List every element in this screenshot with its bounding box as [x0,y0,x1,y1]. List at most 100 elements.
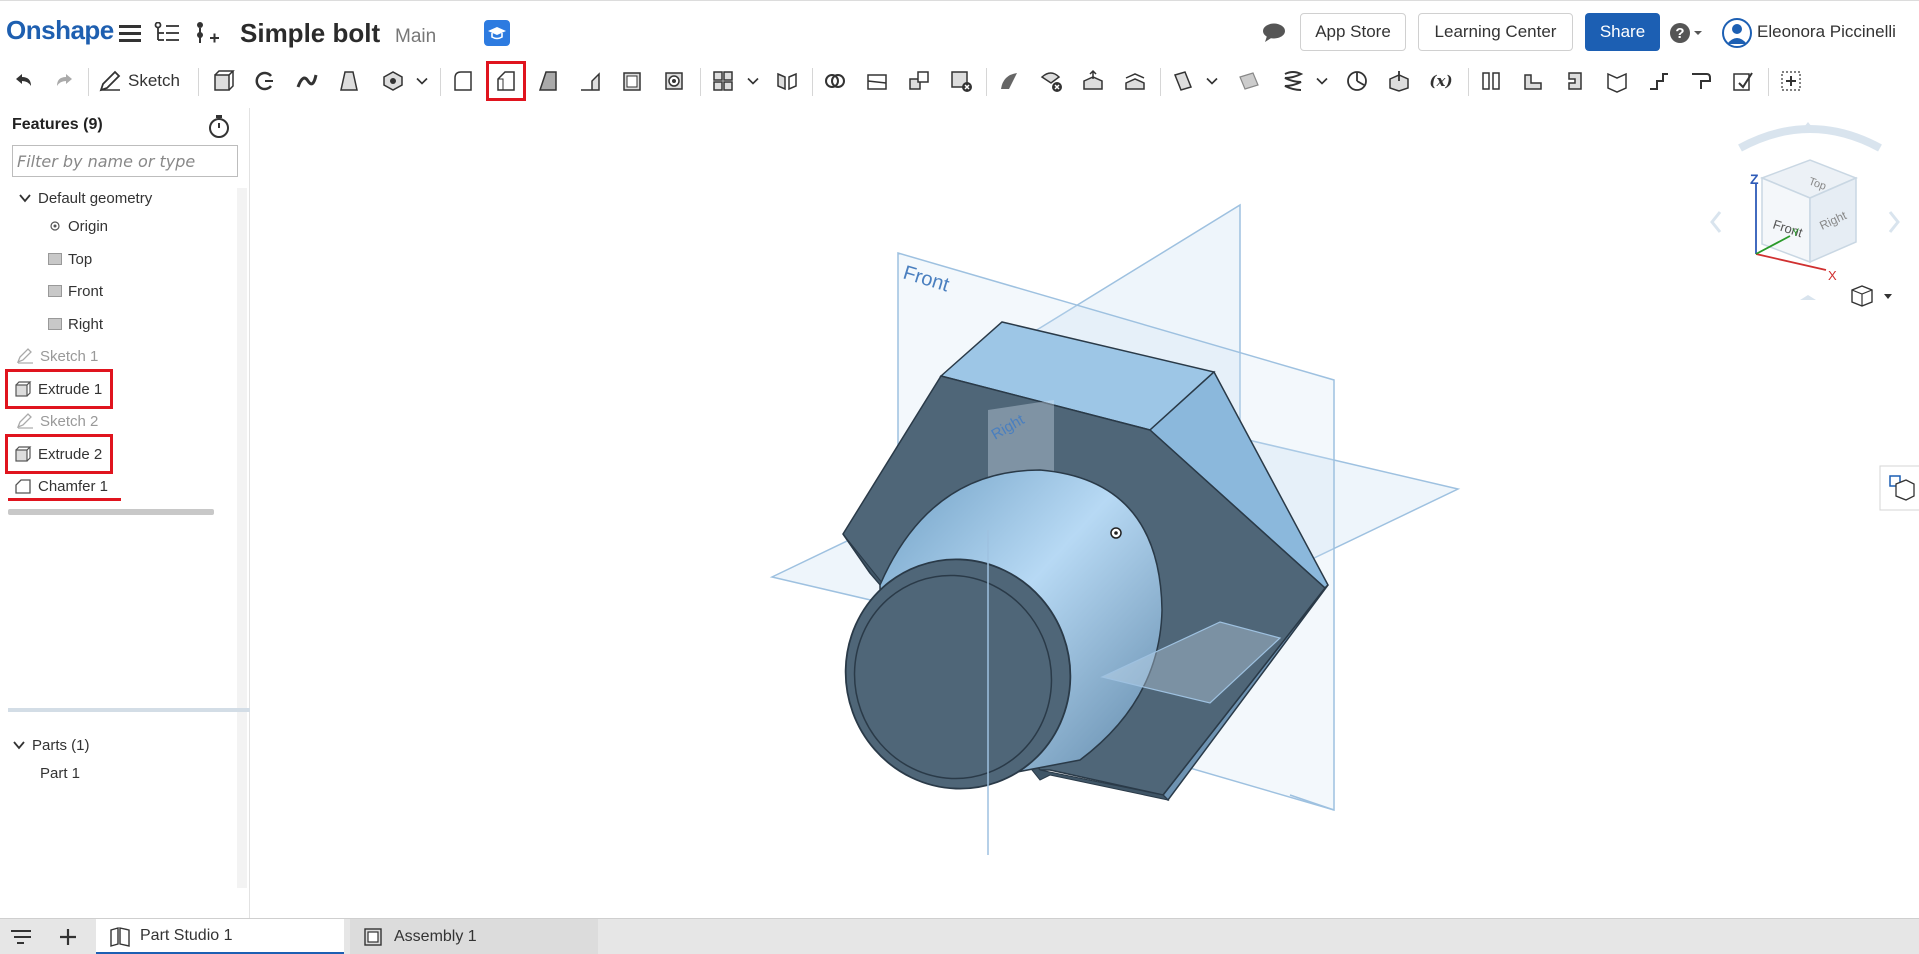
extrude-icon [15,381,32,397]
toolbar-separator [700,68,701,96]
default-geometry-group[interactable]: Default geometry [18,185,152,211]
loft-icon[interactable] [334,66,364,96]
pattern-icon[interactable] [708,66,738,96]
parts-group[interactable]: Parts (1) [12,732,90,758]
user-name[interactable]: Eleonora Piccinelli [1757,22,1896,42]
feature-list-icon[interactable] [153,19,181,47]
sweep-icon[interactable] [292,66,322,96]
revolve-icon[interactable] [250,66,280,96]
toolbar-separator [198,68,199,96]
bend-relief-icon[interactable] [1644,66,1674,96]
fillet-icon[interactable] [448,66,478,96]
curve-dropdown-icon[interactable] [1312,66,1332,96]
document-title[interactable]: Simple bolt [240,18,380,49]
mate-connector-icon[interactable] [1234,66,1264,96]
feature-extrude-2[interactable]: Extrude 2 [4,434,114,474]
top-header: Onshape Simple bolt Main App Store Learn… [0,0,1919,63]
plane-icon[interactable] [1168,66,1198,96]
feature-top-plane[interactable]: Top [48,246,92,272]
rollback-timer-icon[interactable] [207,114,231,143]
boolean-icon[interactable] [820,66,850,96]
view-cube[interactable]: Top Front Right Z Y X [1710,122,1900,300]
thicken-icon[interactable] [378,66,408,96]
helix-icon[interactable] [1278,66,1308,96]
graphics-viewport[interactable]: Front Right Top Front Right Z Y X [252,108,1919,920]
branch-name[interactable]: Main [395,26,436,48]
feature-extrude-1[interactable]: Extrude 1 [4,369,114,409]
add-tab-icon[interactable] [58,927,78,950]
user-avatar-icon[interactable] [1721,18,1753,48]
hem-icon[interactable] [1560,66,1590,96]
form-icon[interactable] [1686,66,1716,96]
toolbar-separator [1768,68,1769,96]
model-view[interactable]: Front Right Top Front Right Z Y X [252,108,1919,920]
transform-icon[interactable] [904,66,934,96]
modify-fillet-icon[interactable] [994,66,1024,96]
assembly-tab-label: Assembly 1 [394,928,477,945]
toolbar-separator [88,68,89,96]
axis-x-label: X [1828,268,1837,283]
extrude-icon[interactable] [208,66,238,96]
undo-icon[interactable] [8,66,38,96]
mirror-icon[interactable] [772,66,802,96]
sheet-metal-icon[interactable] [1476,66,1506,96]
feature-origin[interactable]: Origin [48,213,108,239]
appearance-panel-icon[interactable] [1879,465,1919,511]
split-icon[interactable] [862,66,892,96]
replace-face-icon[interactable] [1120,66,1150,96]
measure-icon[interactable] [1342,66,1372,96]
tab-icon[interactable] [1602,66,1632,96]
shell-icon[interactable] [617,66,647,96]
tab-assembly-1[interactable]: Assembly 1 [350,919,598,954]
rib-icon[interactable] [575,66,605,96]
comments-icon[interactable] [1260,19,1288,47]
origin-label: Origin [68,217,109,235]
share-button[interactable]: Share [1585,13,1660,51]
feature-filter-input[interactable]: Filter by name or type [12,145,238,177]
help-menu[interactable]: ? [1668,19,1704,47]
feature-front-plane[interactable]: Front [48,278,103,304]
feature-chamfer-1[interactable]: Chamfer 1 [14,473,108,499]
assembly-icon [364,928,382,946]
learning-cap-icon[interactable] [484,20,510,46]
part-1-item[interactable]: Part 1 [40,760,80,786]
app-store-button[interactable]: App Store [1300,13,1406,51]
view-options-icon[interactable] [1851,285,1892,307]
tab-manager-icon[interactable] [10,927,32,950]
delete-face-icon[interactable] [1036,66,1066,96]
hamburger-menu-icon[interactable] [116,19,144,47]
feature-list-scrollbar[interactable] [8,509,214,515]
feature-sketch-2[interactable]: Sketch 2 [16,408,98,434]
hole-icon[interactable] [659,66,689,96]
onshape-logo[interactable]: Onshape [6,15,114,46]
learning-center-button[interactable]: Learning Center [1418,13,1573,51]
part-studio-tab-label: Part Studio 1 [140,926,233,944]
plane-icon [48,318,62,330]
tab-part-studio-1[interactable]: Part Studio 1 [96,919,344,954]
plane-dropdown-icon[interactable] [1202,66,1222,96]
draft-icon[interactable] [533,66,563,96]
panel-splitter[interactable] [8,708,250,712]
chamfer-icon [15,479,31,494]
feature-right-plane[interactable]: Right [48,311,103,337]
feature-panel: Features (9) Filter by name or type Defa… [0,108,250,920]
thicken-dropdown-icon[interactable] [412,66,432,96]
features-title: Features (9) [12,116,103,133]
flange-icon[interactable] [1518,66,1548,96]
pattern-dropdown-icon[interactable] [743,66,763,96]
chamfer-icon[interactable] [486,61,526,101]
add-custom-feature-icon[interactable] [1776,66,1806,96]
move-face-icon[interactable] [1078,66,1108,96]
flat-view-icon[interactable] [1728,66,1758,96]
section-view-icon[interactable] [1384,66,1414,96]
sketch-1-label: Sketch 1 [40,347,99,365]
origin-marker[interactable] [1110,527,1122,539]
feature-sketch-1[interactable]: Sketch 1 [16,343,98,369]
extrude-1-label: Extrude 1 [38,380,103,398]
insert-feature-icon[interactable] [193,19,221,47]
redo-icon[interactable] [50,66,80,96]
delete-part-icon[interactable] [946,66,976,96]
panel-vertical-scrollbar[interactable] [237,188,247,888]
sketch-button[interactable]: Sketch [98,66,180,96]
variable-icon[interactable]: (x) [1426,66,1456,96]
